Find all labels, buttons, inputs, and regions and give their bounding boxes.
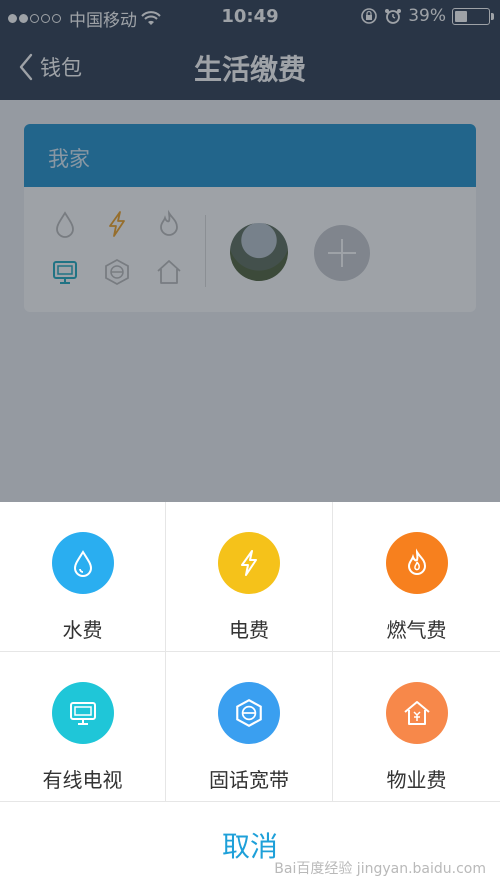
payment-type-sheet: 水费 电费 燃气费 有线电视 固话宽带 物业费 取消 Bai百度经验 jingy… bbox=[0, 502, 500, 888]
option-property[interactable]: 物业费 bbox=[333, 652, 500, 802]
option-label: 电费 bbox=[229, 618, 269, 642]
flame-icon bbox=[385, 532, 448, 594]
house-yen-icon bbox=[385, 682, 448, 744]
option-label: 固话宽带 bbox=[209, 768, 289, 792]
option-label: 水费 bbox=[62, 618, 103, 642]
option-broadband[interactable]: 固话宽带 bbox=[166, 652, 333, 802]
lightning-icon bbox=[218, 532, 280, 594]
tv-icon bbox=[51, 682, 114, 744]
option-gas[interactable]: 燃气费 bbox=[333, 502, 500, 652]
option-label: 有线电视 bbox=[42, 768, 123, 792]
broadband-icon bbox=[218, 682, 280, 744]
option-label: 物业费 bbox=[386, 768, 447, 792]
option-electricity[interactable]: 电费 bbox=[166, 502, 333, 652]
watermark: Bai百度经验 jingyan.baidu.com bbox=[274, 861, 486, 877]
option-water[interactable]: 水费 bbox=[0, 502, 166, 652]
payment-options-grid: 水费 电费 燃气费 有线电视 固话宽带 物业费 bbox=[0, 502, 500, 802]
option-cable-tv[interactable]: 有线电视 bbox=[0, 652, 166, 802]
modal-backdrop[interactable] bbox=[0, 0, 500, 502]
option-label: 燃气费 bbox=[386, 618, 447, 642]
water-drop-icon bbox=[51, 532, 114, 594]
